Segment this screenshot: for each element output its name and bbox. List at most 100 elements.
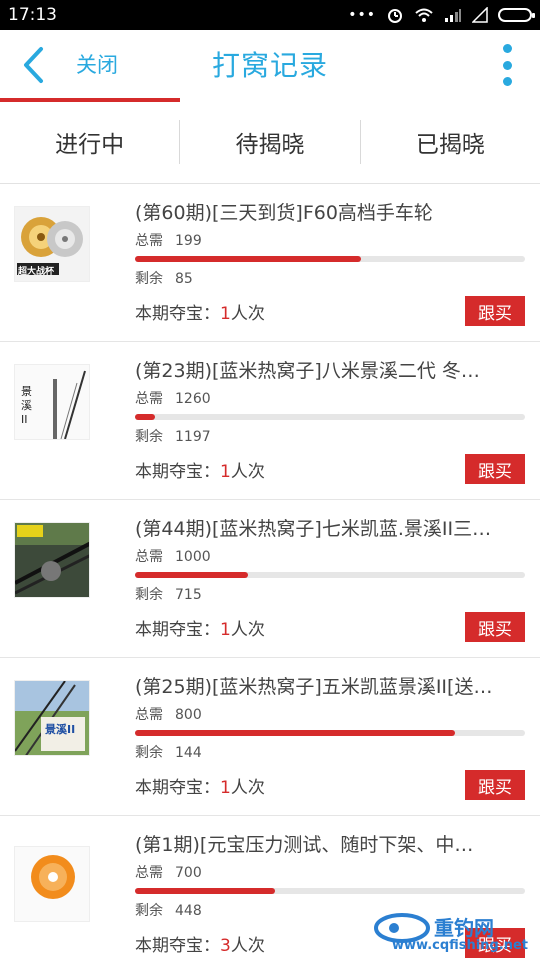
progress-fill [135, 256, 362, 262]
item-title: (第23期)[蓝米热窝子]八米景溪二代 冬… [135, 360, 480, 382]
round-count-value: 3 [220, 935, 231, 956]
thumb-caption: 景溪 II [21, 385, 32, 426]
item-info: (第23期)[蓝米热窝子]八米景溪二代 冬… 总需 1260 剩余 1197 本期夺… [135, 358, 525, 484]
round-count: 本期夺宝：1人次 [135, 457, 265, 482]
follow-buy-button[interactable]: 跟买 [465, 296, 525, 326]
list-item[interactable]: 景溪II (第25期)[蓝米热窝子]五米凯蓝景溪II[送… 总需 800 剩余 14… [0, 658, 540, 816]
more-menu-button[interactable] [492, 42, 522, 88]
remaining: 剩余 715 [135, 586, 525, 604]
round-label: 本期夺宝： [135, 619, 220, 640]
remaining: 剩余 1197 [135, 428, 525, 446]
need-label: 总需 [135, 865, 163, 881]
round-unit: 人次 [230, 303, 265, 324]
watermark-name: 重钓网 [434, 916, 494, 940]
follow-buy-button[interactable]: 跟买 [465, 770, 525, 800]
tab-revealed[interactable]: 已揭晓 [361, 120, 540, 164]
rod-image [15, 681, 89, 755]
dot [502, 77, 512, 86]
product-thumbnail [14, 522, 90, 598]
item-footer: 本期夺宝：1人次 跟买 [135, 454, 525, 484]
total-needed: 总需 800 [135, 706, 525, 724]
progress-bar [135, 572, 525, 578]
item-title: (第60期)[三天到货]F60高档手车轮 [135, 202, 433, 224]
status-bar: 17:13 ••• [0, 0, 540, 30]
progress-bar [135, 414, 525, 420]
remain-label: 剩余 [135, 587, 163, 603]
round-label: 本期夺宝： [135, 935, 220, 956]
item-info: (第25期)[蓝米热窝子]五米凯蓝景溪II[送… 总需 800 剩余 144 本期夺… [135, 674, 525, 800]
item-title: (第44期)[蓝米热窝子]七米凯蓝.景溪II三… [135, 518, 492, 540]
total-needed: 总需 1000 [135, 548, 525, 566]
thumb-caption: 超大战杯 [18, 267, 55, 277]
item-info: (第44期)[蓝米热窝子]七米凯蓝.景溪II三… 总需 1000 剩余 715 本期… [135, 516, 525, 642]
round-unit: 人次 [230, 935, 265, 956]
round-count: 本期夺宝：1人次 [135, 773, 265, 798]
list-item[interactable]: (第44期)[蓝米热窝子]七米凯蓝.景溪II三… 总需 1000 剩余 715 本期… [0, 500, 540, 658]
need-value: 1260 [175, 391, 211, 407]
item-info: (第60期)[三天到货]F60高档手车轮 总需 199 剩余 85 本期夺宝：1人次… [135, 200, 525, 326]
signal-icon [445, 9, 461, 22]
round-label: 本期夺宝： [135, 303, 220, 324]
remain-label: 剩余 [135, 429, 163, 445]
thumb-caption: 景溪II [45, 723, 76, 736]
no-signal-icon [472, 7, 488, 23]
remain-label: 剩余 [135, 745, 163, 761]
item-footer: 本期夺宝：1人次 跟买 [135, 612, 525, 642]
remain-label: 剩余 [135, 271, 163, 287]
list-item[interactable]: 超大战杯 (第60期)[三天到货]F60高档手车轮 总需 199 剩余 85 本期夺… [0, 184, 540, 342]
dot [502, 60, 512, 70]
progress-bar [135, 888, 525, 894]
page-title: 打窝记录 [211, 49, 328, 82]
round-count-value: 1 [220, 619, 231, 640]
total-needed: 总需 700 [135, 864, 525, 882]
round-label: 本期夺宝： [135, 777, 220, 798]
remain-value: 144 [175, 745, 202, 761]
wifi-icon [415, 8, 433, 22]
item-title: (第1期)[元宝压力测试、随时下架、中… [135, 834, 474, 856]
record-list: 超大战杯 (第60期)[三天到货]F60高档手车轮 总需 199 剩余 85 本期夺… [0, 184, 540, 960]
line-spool-image [15, 847, 89, 921]
round-count: 本期夺宝：3人次 [135, 931, 265, 956]
need-label: 总需 [135, 233, 163, 249]
battery-icon [498, 8, 535, 22]
progress-bar [135, 256, 525, 262]
dot [502, 44, 512, 53]
need-value: 1000 [175, 549, 211, 565]
product-thumbnail [14, 846, 90, 922]
round-unit: 人次 [230, 619, 265, 640]
status-time: 17:13 [8, 5, 57, 25]
header: 关闭 打窝记录 [0, 30, 540, 102]
remain-value: 1197 [175, 429, 211, 445]
round-unit: 人次 [230, 461, 265, 482]
need-label: 总需 [135, 549, 163, 565]
remain-label: 剩余 [135, 903, 163, 919]
need-label: 总需 [135, 391, 163, 407]
round-count: 本期夺宝：1人次 [135, 299, 265, 324]
list-item[interactable]: 景溪 II (第23期)[蓝米热窝子]八米景溪二代 冬… 总需 1260 剩余 11… [0, 342, 540, 500]
alarm-icon [388, 9, 402, 23]
round-unit: 人次 [230, 777, 265, 798]
active-underline [0, 98, 180, 102]
follow-buy-button[interactable]: 跟买 [465, 454, 525, 484]
tab-pending[interactable]: 待揭晓 [180, 119, 361, 164]
watermark: 重钓网 www.cqfishing.net [372, 908, 532, 958]
remaining: 剩余 144 [135, 744, 525, 762]
more-notifications-icon: ••• [348, 7, 376, 23]
need-value: 199 [175, 233, 202, 249]
follow-buy-button[interactable]: 跟买 [465, 612, 525, 642]
need-value: 800 [175, 707, 202, 723]
need-label: 总需 [135, 707, 163, 723]
round-count-value: 1 [220, 777, 231, 798]
product-thumbnail: 景溪 II [14, 364, 90, 440]
remain-value: 715 [175, 587, 202, 603]
total-needed: 总需 199 [135, 232, 525, 250]
rod-reel-image [15, 523, 89, 597]
remain-value: 448 [175, 903, 202, 919]
progress-fill [135, 414, 155, 420]
item-title: (第25期)[蓝米热窝子]五米凯蓝景溪II[送… [135, 676, 493, 698]
progress-fill [135, 572, 249, 578]
item-footer: 本期夺宝：1人次 跟买 [135, 296, 525, 326]
tab-in-progress[interactable]: 进行中 [0, 119, 181, 164]
remain-value: 85 [175, 271, 193, 287]
progress-bar [135, 730, 525, 736]
